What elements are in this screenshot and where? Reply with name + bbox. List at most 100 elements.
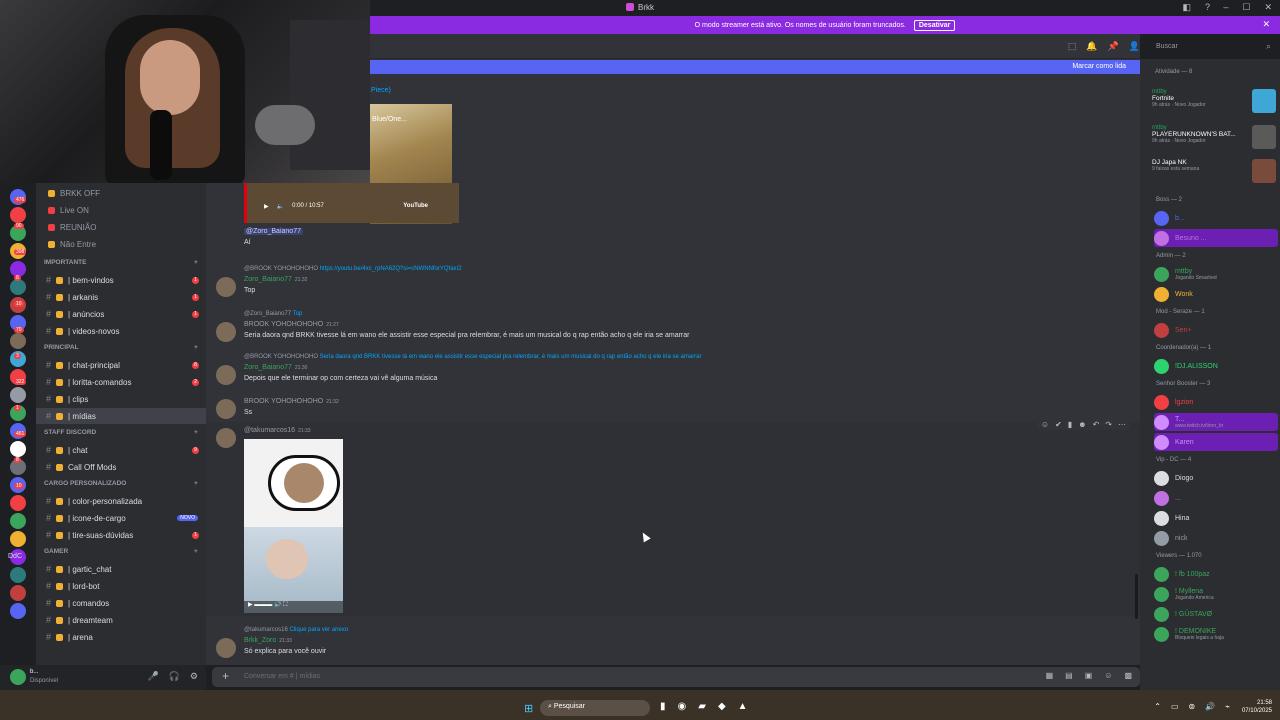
- message-author[interactable]: Zoro_Baiano77 21:30: [244, 364, 307, 371]
- reply-preview[interactable]: Clique para ver anexo: [289, 627, 348, 633]
- taskbar-search[interactable]: ⌕ Pesquisar: [540, 700, 650, 716]
- avatar[interactable]: [10, 669, 26, 685]
- vlc-icon[interactable]: ▲: [738, 701, 748, 712]
- member-item[interactable]: Diogo: [1154, 469, 1278, 487]
- file-explorer-icon[interactable]: ▰: [698, 701, 706, 712]
- message-author[interactable]: Brkk_Zoro 21:33: [244, 637, 292, 644]
- voice-channel[interactable]: Live ON: [36, 202, 206, 218]
- pin-icon[interactable]: 📌: [1108, 41, 1119, 52]
- inbox-icon[interactable]: ◧: [1182, 2, 1191, 13]
- minimize-button[interactable]: –: [1223, 2, 1228, 13]
- reaction-icon[interactable]: ☻: [1078, 420, 1086, 429]
- apps-icon[interactable]: ▩: [1124, 671, 1132, 680]
- voice-channel[interactable]: REUNIÃO: [36, 219, 206, 235]
- forward-icon[interactable]: ↷: [1105, 420, 1112, 429]
- category-gamer[interactable]: GAMER +: [44, 548, 198, 555]
- member-list-icon[interactable]: 👤: [1129, 41, 1140, 52]
- server-icon[interactable]: [10, 603, 26, 619]
- server-icon[interactable]: [10, 495, 26, 511]
- volume-icon[interactable]: 🔈: [277, 203, 284, 210]
- task-view-icon[interactable]: ▮: [660, 701, 666, 712]
- avatar[interactable]: [216, 399, 236, 419]
- sticker-icon[interactable]: ▣: [1085, 671, 1093, 680]
- server-icon[interactable]: [10, 441, 26, 457]
- channel-item[interactable]: # | color-personalizada: [36, 493, 206, 509]
- member-item[interactable]: Karen: [1154, 433, 1278, 451]
- member-item[interactable]: ! Myllena Jogando America: [1154, 585, 1278, 603]
- member-item[interactable]: Seri+: [1154, 321, 1278, 339]
- avatar[interactable]: [216, 322, 236, 342]
- channel-item[interactable]: # | comandos: [36, 595, 206, 611]
- member-item[interactable]: !DJ.ALISSON: [1154, 357, 1278, 375]
- voice-channel[interactable]: BRKK OFF: [36, 185, 206, 201]
- reply-preview[interactable]: Seria daora qnd BRKK tivesse lá em wano …: [320, 354, 702, 360]
- headphones-icon[interactable]: 🎧: [169, 671, 180, 682]
- more-options-icon[interactable]: ⋯: [1118, 420, 1126, 429]
- channel-item[interactable]: # | videos-novos: [36, 323, 206, 339]
- category-principal[interactable]: PRINCIPAL +: [44, 344, 198, 351]
- server-label[interactable]: DdC: [8, 553, 22, 560]
- voice-channel[interactable]: Não Entre: [36, 236, 206, 252]
- gif-icon[interactable]: ▤: [1065, 671, 1073, 680]
- gift-icon[interactable]: ▦: [1046, 671, 1054, 680]
- message-composer[interactable]: + Conversar em # | mídias ▦ ▤ ▣ ☺ ▩: [212, 667, 1140, 687]
- reply-preview[interactable]: https://youtu.be/4xc_rpNA62Q?si=cNWNNfor…: [320, 266, 462, 272]
- member-item[interactable]: ! DEMONIKE Bloqueio legais a haja: [1154, 625, 1278, 643]
- wifi-icon[interactable]: ⊚: [1189, 702, 1196, 711]
- check-icon[interactable]: ✔: [1055, 420, 1062, 429]
- channel-item[interactable]: # Call Off Mods: [36, 459, 206, 475]
- tray-overflow-icon[interactable]: ⌃: [1154, 702, 1161, 711]
- reply-icon[interactable]: ↶: [1093, 420, 1100, 429]
- server-icon[interactable]: [10, 279, 26, 295]
- member-item[interactable]: Hina: [1154, 509, 1278, 527]
- member-item[interactable]: mttby Jogando Smashed: [1154, 265, 1278, 283]
- server-icon[interactable]: [10, 531, 26, 547]
- channel-item[interactable]: # | gartic_chat: [36, 561, 206, 577]
- reply-preview[interactable]: Top: [293, 311, 303, 317]
- add-channel-icon[interactable]: +: [194, 344, 198, 351]
- video-controls[interactable]: ▶ ▬▬▬ 🔊 ⛶: [244, 601, 343, 613]
- activity-card[interactable]: DJ Japa NK 9 faixas esta semana: [1152, 159, 1276, 185]
- new-messages-bar[interactable]: Marcar como lida: [370, 60, 1140, 74]
- channel-item[interactable]: # | anúncios 1: [36, 306, 206, 322]
- video-attachment[interactable]: ▶ ▬▬▬ 🔊 ⛶: [244, 439, 343, 613]
- avatar[interactable]: [216, 277, 236, 297]
- battery-icon[interactable]: ⌁: [1225, 702, 1230, 711]
- threads-icon[interactable]: ⬚: [1068, 41, 1077, 52]
- disable-streamer-button[interactable]: Desativar: [913, 19, 956, 31]
- message-author[interactable]: @takumarcos16 21:33: [244, 427, 311, 434]
- embed-source-snippet[interactable]: Piece): [371, 87, 391, 94]
- channel-item[interactable]: # | clips: [36, 391, 206, 407]
- add-channel-icon[interactable]: +: [194, 480, 198, 487]
- volume-icon[interactable]: 🔊: [1205, 702, 1215, 711]
- add-attachment-icon[interactable]: +: [222, 669, 229, 683]
- user-mention[interactable]: @Zoro_Baiano77: [244, 228, 303, 235]
- category-importante[interactable]: IMPORTANTE +: [44, 259, 198, 266]
- channel-item[interactable]: # | bem-vindos 1: [36, 272, 206, 288]
- activity-card[interactable]: mttby Fortnite 9h atrás · Novo Jogador: [1152, 89, 1276, 115]
- maximize-button[interactable]: ☐: [1242, 2, 1250, 13]
- avatar[interactable]: [216, 428, 236, 448]
- server-icon[interactable]: [10, 513, 26, 529]
- message-author[interactable]: BROOK YOHOHOHOHO 21:32: [244, 398, 339, 405]
- scrollbar[interactable]: [1135, 574, 1138, 619]
- member-item[interactable]: lgzion: [1154, 393, 1278, 411]
- reply-reference[interactable]: @BROOK YOHOHOHOHO Seria daora qnd BRKK t…: [244, 354, 702, 360]
- channel-item[interactable]: # | tire-suas-dúvidas 1: [36, 527, 206, 543]
- search-input[interactable]: Buscar ⌕: [1150, 39, 1275, 55]
- category-cargo-personalizado[interactable]: CARGO PERSONALIZADO +: [44, 480, 198, 487]
- add-channel-icon[interactable]: +: [194, 548, 198, 555]
- member-item[interactable]: ! fb 100paz: [1154, 565, 1278, 583]
- reply-reference[interactable]: @BROOK YOHOHOHOHO https://youtu.be/4xc_r…: [244, 266, 462, 272]
- server-icon[interactable]: [10, 333, 26, 349]
- close-window-button[interactable]: ✕: [1264, 2, 1272, 13]
- notification-bell-icon[interactable]: 🔔: [1086, 41, 1097, 52]
- play-icon[interactable]: ▶: [264, 203, 269, 210]
- member-item[interactable]: Wonk: [1154, 285, 1278, 303]
- close-icon[interactable]: ✕: [1262, 19, 1270, 30]
- avatar[interactable]: [216, 365, 236, 385]
- settings-gear-icon[interactable]: ⚙: [190, 671, 198, 682]
- member-item[interactable]: b...: [1154, 209, 1278, 227]
- channel-item[interactable]: # | lord-bot: [36, 578, 206, 594]
- channel-item[interactable]: # | chat-principal 8: [36, 357, 206, 373]
